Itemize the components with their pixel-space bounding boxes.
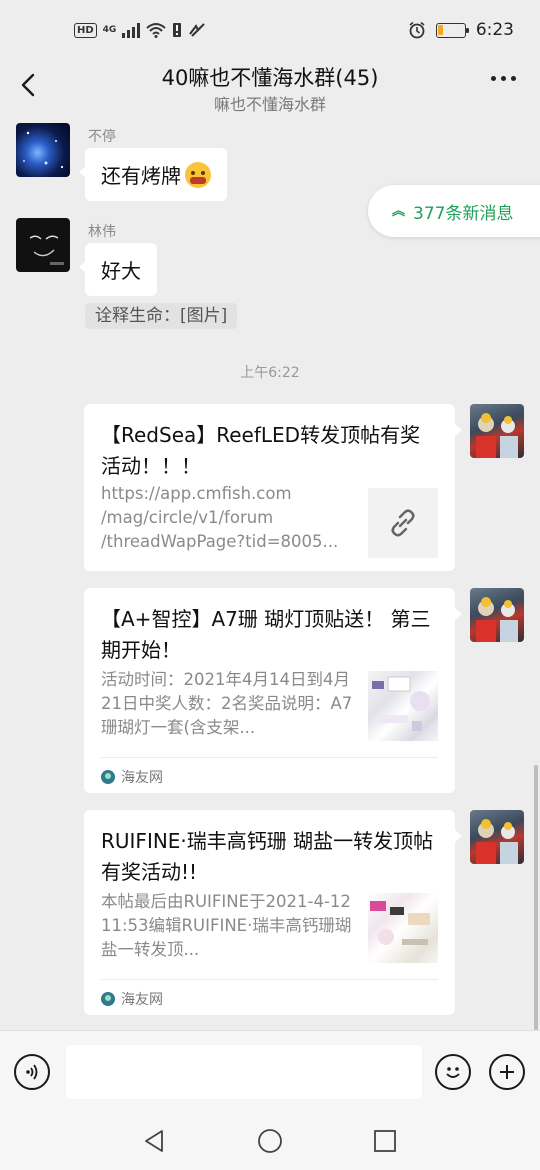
smiley-icon: [446, 1067, 460, 1078]
source-name: 海友网: [121, 769, 163, 786]
signal-icon: [122, 22, 141, 38]
message-input[interactable]: [66, 1045, 422, 1099]
card-title: 【A+智控】A7珊 瑚灯顶贴送！ 第三期开始！: [101, 607, 431, 662]
notification-icon: [189, 23, 206, 37]
emoji-icon: [185, 161, 211, 188]
card-description: 本帖最后由RUIFINE于2021-4-1211:53编辑RUIFINE·瑞丰高…: [101, 892, 352, 959]
sender-name: 不停: [88, 129, 116, 145]
avatar[interactable]: [470, 810, 524, 864]
chat-title: 40嘛也不懂海水群(45): [161, 66, 379, 90]
link-card[interactable]: 【RedSea】ReefLED转发顶帖有奖活动！！！ https://app.c…: [84, 404, 462, 571]
more-options-icon[interactable]: [491, 76, 516, 81]
card-description: 活动时间：2021年4月14日到4月21日中奖人数：2名奖品说明：A7珊瑚灯一套…: [101, 670, 353, 737]
voice-input-button[interactable]: [14, 1054, 50, 1090]
card-description: https://app.cmfish.com /mag/circle/v1/fo…: [101, 484, 339, 551]
new-messages-button[interactable]: ︽ 377条新消息: [368, 185, 540, 237]
message-bubble[interactable]: 还有烤牌: [79, 148, 227, 201]
plus-icon: [500, 1065, 514, 1079]
link-card[interactable]: 【A+智控】A7珊 瑚灯顶贴送！ 第三期开始！ 活动时间：2021年4月14日到…: [84, 588, 462, 795]
new-messages-label: 377条新消息: [413, 203, 514, 224]
quoted-message[interactable]: 诠释生命：[图片]: [85, 303, 238, 329]
avatar[interactable]: [470, 588, 524, 642]
voice-icon: [26, 1064, 38, 1080]
emoji-button[interactable]: [435, 1054, 471, 1090]
message-timestamp: 上午6:22: [240, 365, 300, 381]
status-bar: HD 4G 6:23: [0, 0, 540, 60]
wifi-icon: [146, 23, 166, 38]
alert-icon: [173, 23, 182, 37]
source-logo-icon: [101, 769, 115, 784]
more-functions-button[interactable]: [489, 1054, 525, 1090]
alarm-icon: [409, 21, 425, 39]
avatar[interactable]: [16, 218, 70, 272]
card-thumbnail: [368, 671, 438, 741]
clock: 6:23: [475, 20, 514, 40]
message-text: 还有烤牌: [101, 164, 181, 188]
link-card[interactable]: RUIFINE·瑞丰高钙珊 瑚盐一转发顶帖有奖活动!! 本帖最后由RUIFINE…: [84, 810, 462, 1017]
hd-badge: HD: [74, 22, 97, 38]
source-name: 海友网: [121, 991, 163, 1008]
chat-header: 40嘛也不懂海水群(45) 嘛也不懂海水群: [0, 60, 540, 118]
status-right: 6:23: [408, 20, 514, 40]
status-left: HD 4G: [74, 22, 206, 38]
chat-subtitle: 嘛也不懂海水群: [213, 95, 326, 114]
source-logo-icon: [101, 991, 115, 1006]
message-bubble[interactable]: 好大: [79, 243, 157, 296]
card-thumbnail: [368, 893, 438, 963]
system-nav-bar: [0, 1112, 540, 1170]
input-bar: [0, 1030, 540, 1112]
nav-back-icon[interactable]: [142, 1128, 168, 1154]
avatar[interactable]: [16, 123, 70, 177]
scrollbar[interactable]: [534, 765, 538, 1030]
battery-icon: [435, 22, 469, 38]
card-title: 【RedSea】ReefLED转发顶帖有奖活动！！！: [101, 423, 421, 478]
card-title: RUIFINE·瑞丰高钙珊 瑚盐一转发顶帖有奖活动!!: [101, 829, 434, 884]
nav-home-icon[interactable]: [257, 1128, 283, 1154]
link-icon: [368, 488, 438, 558]
message-text: 好大: [101, 259, 141, 283]
card-source: 海友网: [101, 757, 438, 795]
avatar[interactable]: [470, 404, 524, 458]
card-source: 海友网: [101, 979, 438, 1017]
network-type: 4G: [102, 25, 117, 35]
nav-recents-icon[interactable]: [372, 1128, 398, 1154]
double-chevron-up-icon: ︽: [392, 203, 406, 219]
sender-name: 林伟: [88, 224, 116, 240]
